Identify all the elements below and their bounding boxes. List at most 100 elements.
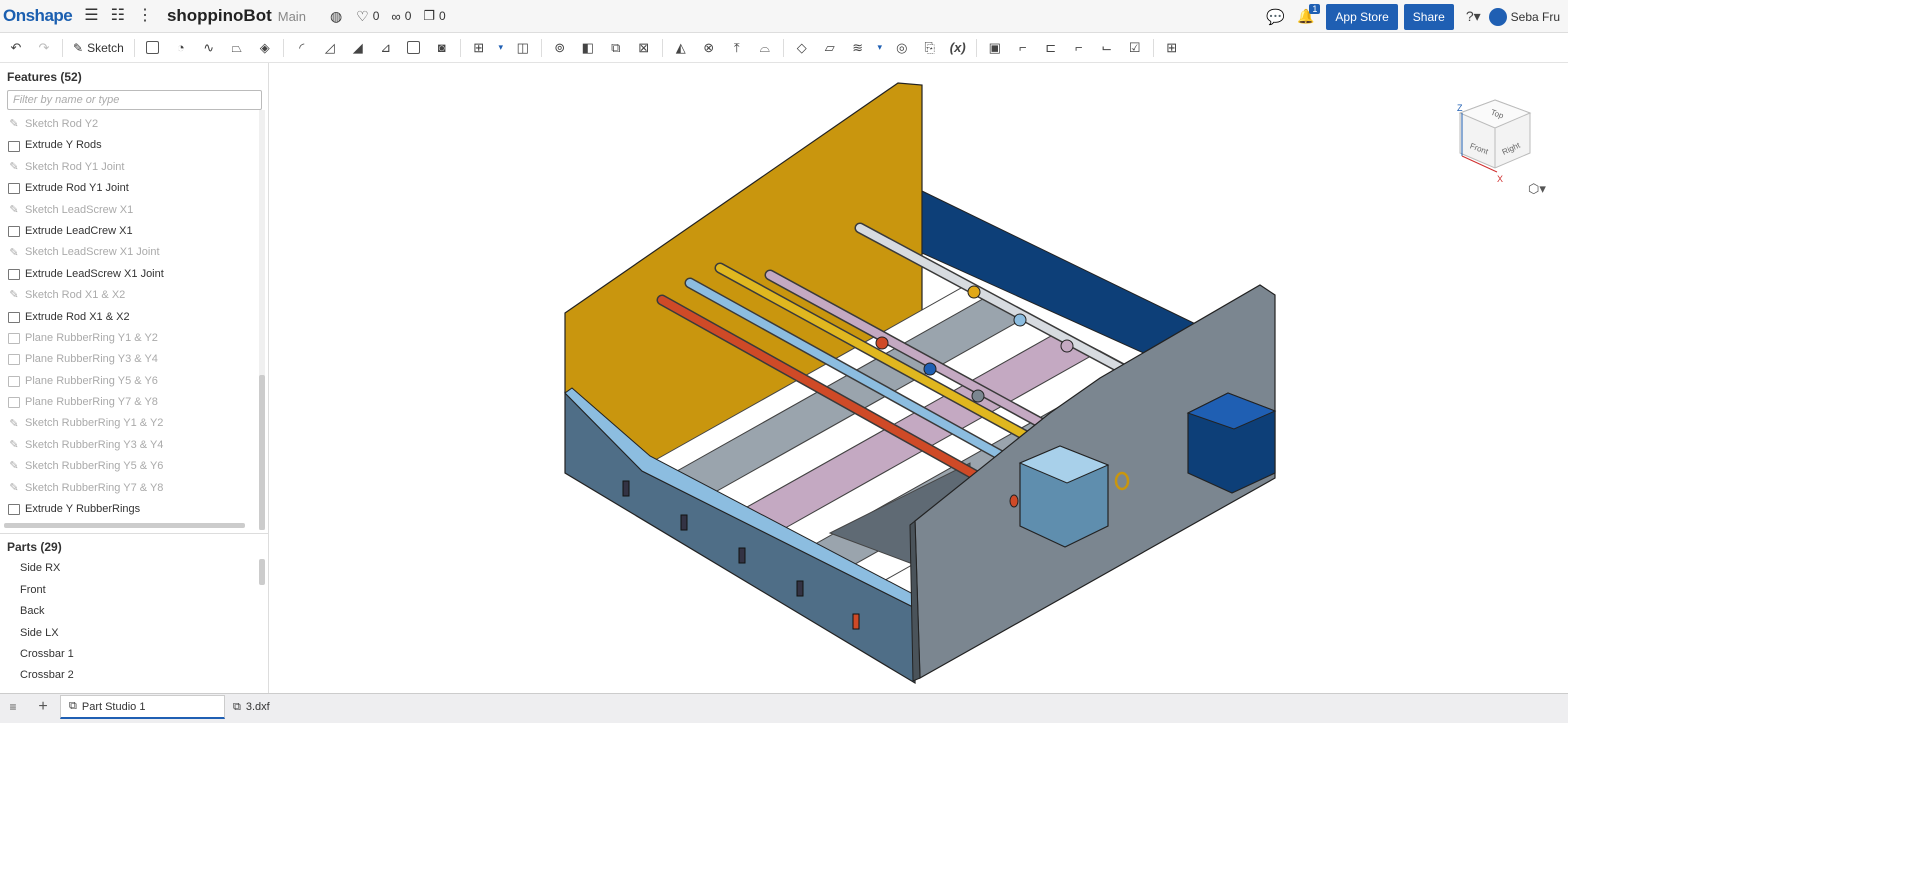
part-item[interactable]: Side RX: [0, 558, 268, 579]
thicken-icon[interactable]: ◈: [255, 39, 275, 57]
add-tab-icon[interactable]: +: [26, 694, 60, 720]
part-item[interactable]: Side LX: [0, 623, 268, 644]
like-icon[interactable]: ♡: [356, 8, 369, 25]
helix-icon[interactable]: ◎: [892, 39, 912, 57]
feature-item[interactable]: ✎ Sketch Rod X1 & X2: [0, 285, 268, 306]
feature-list-scrollbar[interactable]: [259, 110, 265, 530]
sheet-metal-icon[interactable]: ▣: [985, 39, 1005, 57]
derived-icon[interactable]: ⎘: [920, 39, 940, 57]
feature-item[interactable]: ✎ Sketch LeadScrew X1 Joint: [0, 242, 268, 263]
feature-item[interactable]: Extrude LeadCrew X1: [0, 221, 268, 242]
chamfer-icon[interactable]: ◿: [320, 39, 340, 57]
display-mode-icon[interactable]: ⬡▾: [1528, 181, 1546, 197]
feature-item[interactable]: Extrude Y RubberRings: [0, 499, 268, 520]
menu-icon[interactable]: ☰: [84, 8, 98, 24]
graphics-viewport[interactable]: Top Front Right Z X ⬡▾: [270, 63, 1568, 693]
document-name[interactable]: shoppinoBot: [167, 6, 272, 26]
view-cube[interactable]: Top Front Right Z X: [1435, 78, 1565, 198]
feature-item[interactable]: Plane RubberRing Y5 & Y6: [0, 371, 268, 392]
delete-part-icon[interactable]: ⊠: [634, 39, 654, 57]
replace-face-icon[interactable]: ⌓: [755, 39, 775, 57]
undo-icon[interactable]: ↶: [6, 39, 26, 57]
variable-icon[interactable]: (x): [948, 39, 968, 57]
feature-item[interactable]: Plane RubberRing Y7 & Y8: [0, 392, 268, 413]
parts-scrollbar[interactable]: [259, 559, 265, 585]
add-custom-feature-icon[interactable]: ⊞: [1162, 39, 1182, 57]
sketch-icon: ✎: [9, 246, 19, 259]
modify-fillet-icon[interactable]: ◭: [671, 39, 691, 57]
app-store-button[interactable]: App Store: [1326, 3, 1398, 30]
help-icon[interactable]: ?▾: [1466, 8, 1481, 25]
fillet-icon[interactable]: ◜: [292, 39, 312, 57]
avatar[interactable]: [1488, 7, 1507, 26]
shell-icon[interactable]: [404, 39, 424, 57]
extrude-icon[interactable]: [143, 39, 163, 57]
feature-label: Extrude Y Rods: [25, 139, 102, 152]
feature-list-hscrollbar[interactable]: [4, 523, 245, 529]
part-item[interactable]: Crossbar 2: [0, 665, 268, 686]
feature-item[interactable]: ✎ Sketch RubberRing Y5 & Y6: [0, 456, 268, 477]
sketch-button[interactable]: ✎ Sketch: [73, 41, 124, 55]
onshape-logo[interactable]: Onshape: [3, 6, 73, 26]
rib-icon[interactable]: ⊿: [376, 39, 396, 57]
pattern-icon[interactable]: ⊞: [469, 39, 489, 57]
feature-item[interactable]: Plane RubberRing Y1 & Y2: [0, 328, 268, 349]
feature-item[interactable]: ✎ Sketch RubberRing Y3 & Y4: [0, 435, 268, 456]
tab-manager-icon[interactable]: ≡: [0, 694, 26, 720]
share-button[interactable]: Share: [1403, 3, 1454, 30]
feature-item[interactable]: ✎ Sketch LeadScrew X1: [0, 200, 268, 221]
feature-item[interactable]: ✎ Sketch Rod Y2: [0, 114, 268, 135]
globe-icon[interactable]: ◍: [330, 8, 342, 25]
tab-part-studio[interactable]: ⧉ Part Studio 1: [60, 695, 225, 719]
insert-icon[interactable]: ⋮: [137, 8, 153, 24]
revolve-icon[interactable]: ◔: [171, 39, 191, 57]
notifications-button[interactable]: 🔔 1: [1297, 4, 1321, 25]
transform-icon[interactable]: ⧉: [606, 39, 626, 57]
draft-icon[interactable]: ◢: [348, 39, 368, 57]
feature-filter-input[interactable]: Filter by name or type: [7, 90, 262, 110]
part-item[interactable]: Crossbar 1: [0, 644, 268, 665]
mate-dropdown-icon[interactable]: ▾: [876, 39, 884, 57]
link-icon[interactable]: ∞: [391, 9, 400, 24]
hem-icon[interactable]: ⊏: [1041, 39, 1061, 57]
split-icon[interactable]: ◧: [578, 39, 598, 57]
feature-item[interactable]: ✎ Sketch RubberRing Y7 & Y8: [0, 478, 268, 499]
boolean-icon[interactable]: ⊚: [550, 39, 570, 57]
feature-label: Extrude Rod Y1 Joint: [25, 182, 129, 195]
hole-icon[interactable]: ◙: [432, 39, 452, 57]
feature-label: Sketch Rod Y2: [25, 118, 99, 130]
finish-sheet-metal-icon[interactable]: ☑: [1125, 39, 1145, 57]
3d-model[interactable]: [270, 63, 1568, 693]
feature-item[interactable]: Extrude Rod Y1 Joint: [0, 178, 268, 199]
user-name[interactable]: Seba Fru: [1511, 10, 1560, 24]
redo-icon[interactable]: ↷: [34, 39, 54, 57]
loft-icon[interactable]: ⏢: [227, 39, 247, 57]
plane-icon[interactable]: ▱: [820, 39, 840, 57]
feature-item[interactable]: Extrude LeadScrew X1 Joint: [0, 264, 268, 285]
mate-connector-icon[interactable]: ≋: [848, 39, 868, 57]
feature-label: Plane RubberRing Y1 & Y2: [25, 331, 158, 344]
mirror-icon[interactable]: ◫: [513, 39, 533, 57]
version-history-icon[interactable]: ☷: [111, 8, 125, 24]
copy-icon[interactable]: ❐: [423, 8, 435, 24]
move-face-icon[interactable]: ⤒: [727, 39, 747, 57]
part-item[interactable]: Back: [0, 601, 268, 622]
pattern-dropdown-icon[interactable]: ▾: [497, 39, 505, 57]
tab-drawing[interactable]: ⧉ 3.dxf: [225, 695, 390, 719]
feature-item[interactable]: ✎ Sketch RubberRing Y1 & Y2: [0, 413, 268, 434]
comments-icon[interactable]: 💬: [1266, 8, 1285, 26]
tab-icon[interactable]: ⌐: [1069, 39, 1089, 57]
sketch-icon: ✎: [9, 118, 19, 131]
offset-surface-icon[interactable]: ◇: [792, 39, 812, 57]
feature-item[interactable]: Extrude Rod X1 & X2: [0, 307, 268, 328]
feature-item[interactable]: ✎ Sketch Rod Y1 Joint: [0, 157, 268, 178]
header-right: 💬 🔔 1 App Store Share ?▾ Seba Fru: [1266, 0, 1568, 33]
feature-panel: Features (52) Filter by name or type ✎ Sk…: [0, 63, 269, 693]
flange-icon[interactable]: ⌐: [1013, 39, 1033, 57]
part-item[interactable]: Front: [0, 580, 268, 601]
sweep-icon[interactable]: ∿: [199, 39, 219, 57]
corner-icon[interactable]: ⌙: [1097, 39, 1117, 57]
delete-face-icon[interactable]: ⊗: [699, 39, 719, 57]
feature-item[interactable]: Extrude Y Rods: [0, 135, 268, 156]
feature-item[interactable]: Plane RubberRing Y3 & Y4: [0, 349, 268, 370]
